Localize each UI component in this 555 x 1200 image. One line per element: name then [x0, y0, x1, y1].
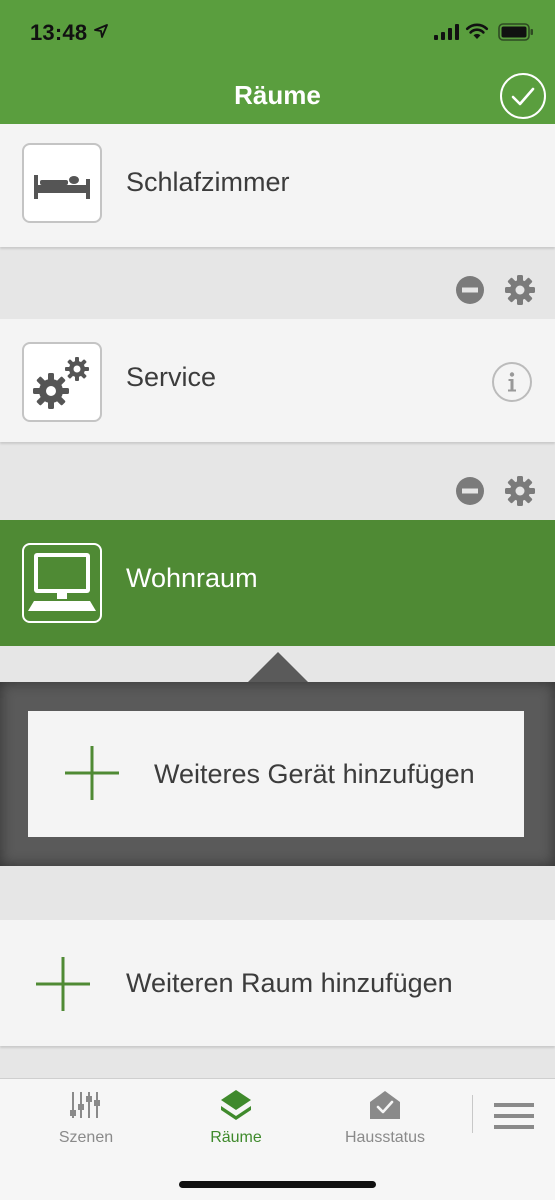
status-time: 13:48: [30, 20, 88, 45]
room-settings-gear-icon[interactable]: [504, 274, 536, 306]
page-title: Räume: [234, 80, 321, 110]
house-layers-icon: [221, 1090, 251, 1120]
room-tile: [22, 143, 102, 223]
plus-icon: [36, 957, 90, 1011]
info-icon: [508, 372, 516, 392]
info-button[interactable]: [492, 362, 532, 402]
plus-icon: [65, 746, 119, 800]
room-row-service[interactable]: Service: [0, 319, 555, 442]
add-room-label: Weiteren Raum hinzufügen: [126, 968, 453, 998]
hamburger-menu-icon: [494, 1103, 534, 1129]
menu-button[interactable]: [494, 1101, 534, 1131]
tab-hausstatus[interactable]: Hausstatus: [325, 1079, 445, 1149]
checkmark-icon: [511, 87, 535, 106]
room-tile: [22, 342, 102, 422]
tab-label: Szenen: [58, 1129, 114, 1146]
gears-icon: [33, 357, 89, 409]
room-settings-gear-icon[interactable]: [504, 475, 536, 507]
remove-room-button[interactable]: [455, 275, 485, 305]
bed-icon: [34, 175, 90, 199]
status-bar: 13:48: [0, 0, 555, 60]
panel-pointer: [248, 652, 308, 682]
room-label: Service: [126, 362, 217, 392]
add-device-label: Weiteres Gerät hinzufügen: [154, 759, 475, 789]
room-expanded-panel: Weiteres Gerät hinzufügen: [0, 682, 555, 866]
room-tile: [22, 543, 102, 623]
tab-label: Räume: [210, 1129, 262, 1146]
tab-label: Hausstatus: [344, 1129, 426, 1146]
tab-raeume[interactable]: Räume: [176, 1079, 296, 1149]
remove-room-button[interactable]: [455, 476, 485, 506]
room-row-wohnraum[interactable]: Wohnraum: [0, 520, 555, 646]
battery-icon: [498, 23, 533, 41]
tab-szenen[interactable]: Szenen: [26, 1079, 146, 1149]
tab-bar: Szenen Räume Hausstatus: [0, 1078, 555, 1200]
tab-divider: [472, 1095, 473, 1133]
cellular-signal-icon: [434, 24, 459, 40]
add-device-button[interactable]: Weiteres Gerät hinzufügen: [28, 711, 524, 837]
done-button[interactable]: [500, 73, 546, 119]
house-check-icon: [370, 1091, 400, 1119]
wifi-icon: [465, 23, 489, 39]
location-arrow-icon: [94, 24, 108, 38]
sliders-icon: [70, 1092, 100, 1118]
room-label: Wohnraum: [126, 563, 258, 593]
computer-monitor-icon: [28, 553, 96, 611]
home-indicator: [179, 1181, 376, 1188]
add-room-button[interactable]: Weiteren Raum hinzufügen: [0, 920, 555, 1046]
room-label: Schlafzimmer: [126, 167, 290, 197]
room-row-schlafzimmer[interactable]: Schlafzimmer: [0, 124, 555, 247]
